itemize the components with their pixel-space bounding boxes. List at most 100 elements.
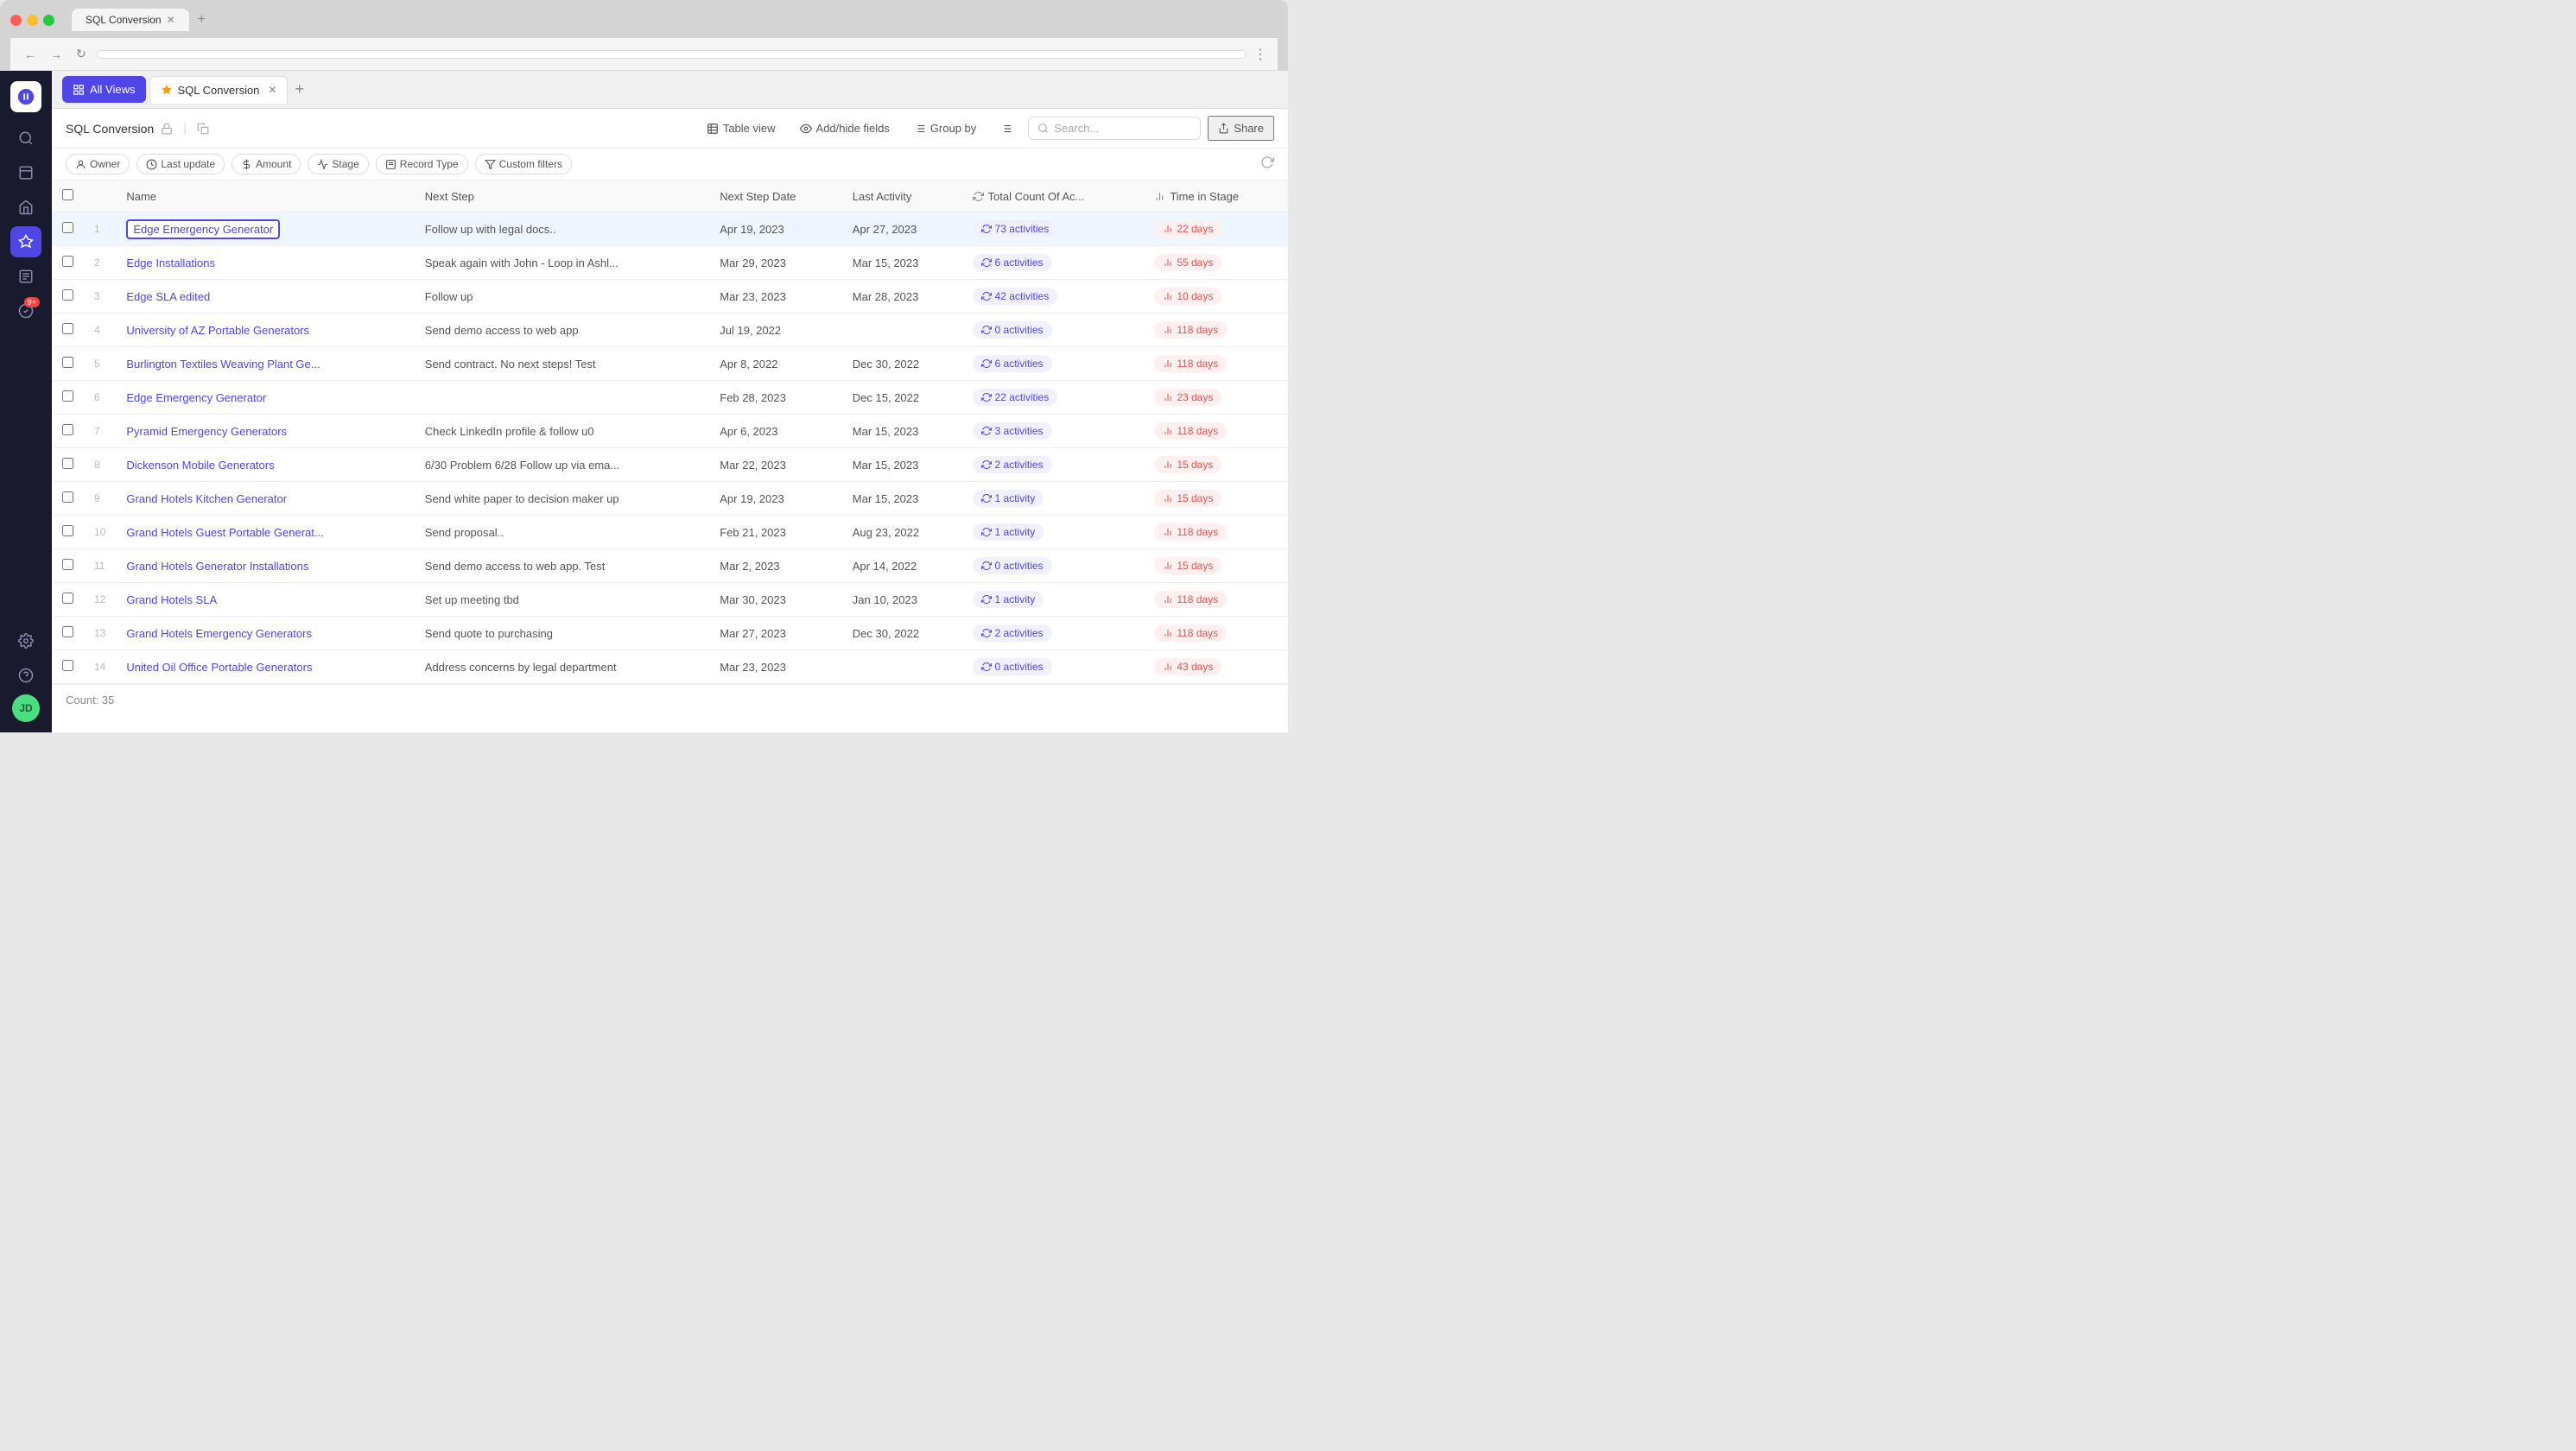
- search-box[interactable]: Search...: [1028, 117, 1201, 140]
- sidebar-search[interactable]: [10, 123, 41, 154]
- back-button[interactable]: ←: [21, 44, 40, 65]
- time-in-stage-cell[interactable]: 15 days: [1144, 482, 1288, 516]
- record-link[interactable]: Grand Hotels SLA: [126, 593, 217, 606]
- record-name-cell[interactable]: Edge Emergency Generator: [116, 381, 414, 415]
- record-link[interactable]: Grand Hotels Emergency Generators: [126, 627, 312, 640]
- time-in-stage-cell[interactable]: 118 days: [1144, 617, 1288, 650]
- record-name-cell[interactable]: Grand Hotels Guest Portable Generat...: [116, 516, 414, 549]
- refresh-button[interactable]: [1260, 155, 1274, 174]
- record-link[interactable]: Dickenson Mobile Generators: [126, 459, 274, 472]
- time-in-stage-cell[interactable]: 118 days: [1144, 583, 1288, 617]
- sql-tab-close[interactable]: ✕: [268, 84, 276, 96]
- add-tab-button[interactable]: +: [291, 77, 308, 102]
- record-name-cell[interactable]: Edge Emergency Generator: [116, 212, 414, 246]
- browser-tab-active[interactable]: SQL Conversion ✕: [72, 9, 189, 31]
- record-link[interactable]: University of AZ Portable Generators: [126, 324, 309, 337]
- total-count-cell[interactable]: 2 activities: [962, 448, 1145, 482]
- time-in-stage-cell[interactable]: 43 days: [1144, 650, 1288, 684]
- total-count-cell[interactable]: 0 activities: [962, 650, 1145, 684]
- forward-button[interactable]: →: [47, 44, 66, 65]
- record-name-cell[interactable]: Grand Hotels Kitchen Generator: [116, 482, 414, 516]
- time-in-stage-column-header[interactable]: Time in Stage: [1144, 181, 1288, 212]
- record-link[interactable]: Edge Installations: [126, 257, 215, 269]
- row-checkbox[interactable]: [52, 583, 84, 617]
- sidebar-rocket[interactable]: [10, 226, 41, 257]
- record-link[interactable]: United Oil Office Portable Generators: [126, 661, 312, 674]
- row-checkbox[interactable]: [52, 212, 84, 246]
- total-count-cell[interactable]: 42 activities: [962, 280, 1145, 314]
- record-name-cell[interactable]: Dickenson Mobile Generators: [116, 448, 414, 482]
- browser-menu-button[interactable]: ⋮: [1253, 46, 1267, 63]
- row-checkbox[interactable]: [52, 347, 84, 381]
- row-checkbox[interactable]: [52, 516, 84, 549]
- user-avatar[interactable]: JD: [12, 694, 40, 722]
- name-column-header[interactable]: Name: [116, 181, 414, 212]
- row-checkbox[interactable]: [52, 415, 84, 448]
- row-checkbox[interactable]: [52, 482, 84, 516]
- record-name-cell[interactable]: Grand Hotels Generator Installations: [116, 549, 414, 583]
- maximize-traffic-light[interactable]: [43, 15, 54, 26]
- last-update-filter[interactable]: Last update: [136, 154, 225, 174]
- last-activity-column-header[interactable]: Last Activity: [842, 181, 962, 212]
- next-step-date-column-header[interactable]: Next Step Date: [709, 181, 842, 212]
- total-count-cell[interactable]: 1 activity: [962, 583, 1145, 617]
- sidebar-help[interactable]: [10, 660, 41, 691]
- sidebar-home[interactable]: [10, 192, 41, 223]
- record-name-cell[interactable]: Edge SLA edited: [116, 280, 414, 314]
- total-count-cell[interactable]: 3 activities: [962, 415, 1145, 448]
- sidebar-tasks[interactable]: 9+: [10, 295, 41, 326]
- all-views-tab[interactable]: All Views: [62, 76, 146, 103]
- add-hide-fields-button[interactable]: Add/hide fields: [791, 117, 898, 139]
- tab-close-icon[interactable]: ✕: [167, 14, 175, 26]
- stage-filter[interactable]: Stage: [308, 154, 368, 174]
- record-link[interactable]: Edge Emergency Generator: [126, 219, 280, 239]
- total-count-cell[interactable]: 2 activities: [962, 617, 1145, 650]
- record-name-cell[interactable]: Pyramid Emergency Generators: [116, 415, 414, 448]
- row-checkbox[interactable]: [52, 650, 84, 684]
- new-tab-button[interactable]: +: [193, 10, 211, 29]
- record-link[interactable]: Edge SLA edited: [126, 290, 210, 303]
- total-count-cell[interactable]: 1 activity: [962, 482, 1145, 516]
- refresh-button[interactable]: ↻: [73, 43, 90, 65]
- row-checkbox[interactable]: [52, 381, 84, 415]
- record-link[interactable]: Grand Hotels Generator Installations: [126, 560, 308, 573]
- select-all-checkbox[interactable]: [62, 189, 73, 200]
- record-type-filter[interactable]: Record Type: [376, 154, 468, 174]
- total-count-cell[interactable]: 73 activities: [962, 212, 1145, 246]
- checkbox-header[interactable]: [52, 181, 84, 212]
- record-link[interactable]: Burlington Textiles Weaving Plant Ge...: [126, 358, 320, 371]
- custom-filters[interactable]: Custom filters: [475, 154, 572, 174]
- time-in-stage-cell[interactable]: 23 days: [1144, 381, 1288, 415]
- total-count-cell[interactable]: 22 activities: [962, 381, 1145, 415]
- next-step-column-header[interactable]: Next Step: [415, 181, 709, 212]
- minimize-traffic-light[interactable]: [27, 15, 38, 26]
- total-count-cell[interactable]: 0 activities: [962, 314, 1145, 347]
- row-checkbox[interactable]: [52, 617, 84, 650]
- share-button[interactable]: Share: [1208, 116, 1274, 141]
- record-name-cell[interactable]: Edge Installations: [116, 246, 414, 280]
- table-view-button[interactable]: Table view: [698, 117, 784, 139]
- row-checkbox[interactable]: [52, 549, 84, 583]
- row-checkbox[interactable]: [52, 448, 84, 482]
- record-name-cell[interactable]: University of AZ Portable Generators: [116, 314, 414, 347]
- record-name-cell[interactable]: United Oil Office Portable Generators: [116, 650, 414, 684]
- total-count-column-header[interactable]: Total Count Of Ac...: [962, 181, 1145, 212]
- record-link[interactable]: Edge Emergency Generator: [126, 391, 266, 404]
- sidebar-inbox[interactable]: [10, 157, 41, 188]
- record-link[interactable]: Grand Hotels Guest Portable Generat...: [126, 526, 323, 539]
- record-name-cell[interactable]: Burlington Textiles Weaving Plant Ge...: [116, 347, 414, 381]
- total-count-cell[interactable]: 6 activities: [962, 246, 1145, 280]
- row-checkbox[interactable]: [52, 246, 84, 280]
- time-in-stage-cell[interactable]: 22 days: [1144, 212, 1288, 246]
- app-logo[interactable]: [10, 81, 41, 112]
- sidebar-settings[interactable]: [10, 625, 41, 656]
- time-in-stage-cell[interactable]: 118 days: [1144, 314, 1288, 347]
- row-checkbox[interactable]: [52, 280, 84, 314]
- total-count-cell[interactable]: 1 activity: [962, 516, 1145, 549]
- record-link[interactable]: Pyramid Emergency Generators: [126, 425, 287, 438]
- row-checkbox[interactable]: [52, 314, 84, 347]
- time-in-stage-cell[interactable]: 15 days: [1144, 549, 1288, 583]
- time-in-stage-cell[interactable]: 118 days: [1144, 516, 1288, 549]
- time-in-stage-cell[interactable]: 10 days: [1144, 280, 1288, 314]
- record-name-cell[interactable]: Grand Hotels SLA: [116, 583, 414, 617]
